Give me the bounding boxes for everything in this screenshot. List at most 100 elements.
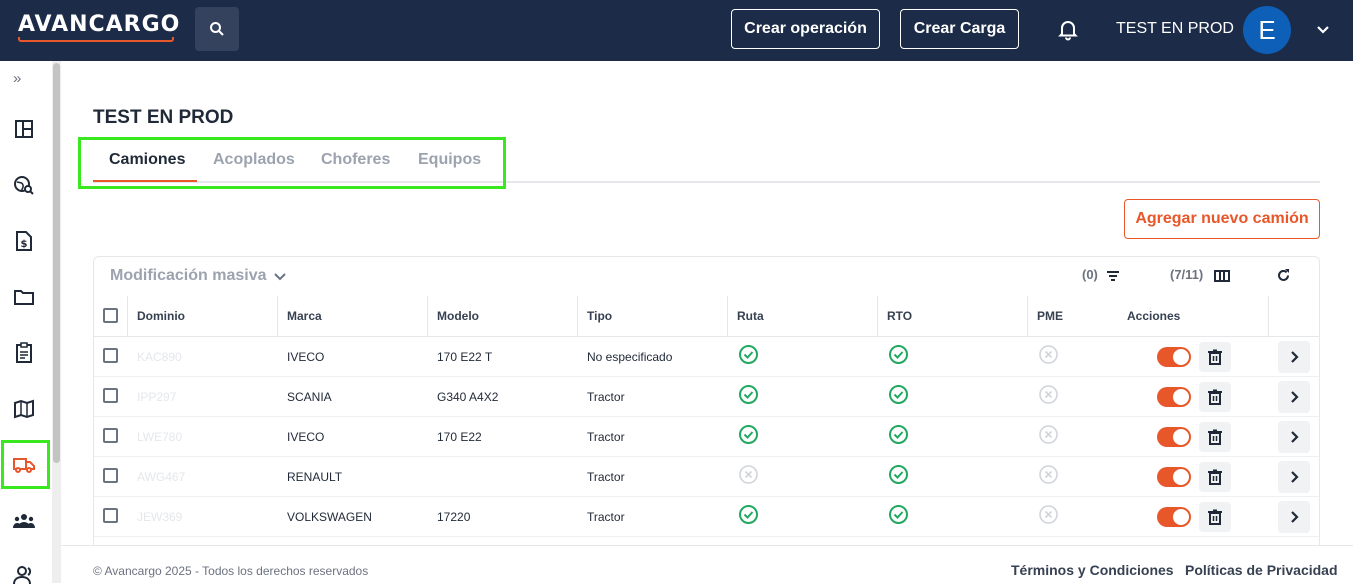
search-button[interactable]: [195, 7, 239, 51]
cell-marca: IVECO: [287, 430, 325, 444]
sidebar-item-dashboard[interactable]: [11, 116, 37, 142]
truck-icon: [13, 458, 35, 473]
bell-icon[interactable]: [1056, 17, 1080, 41]
columns-count: (7/11): [1170, 267, 1204, 282]
sidebar-item-billing[interactable]: $: [11, 228, 37, 254]
cell-dominio: LWE780: [137, 430, 183, 444]
enable-toggle[interactable]: [1157, 507, 1191, 527]
sidebar-item-users[interactable]: [11, 562, 37, 588]
sidebar-item-tracking[interactable]: [11, 172, 37, 198]
check-circle-icon: [888, 384, 909, 405]
create-operation-button[interactable]: Crear operación: [731, 9, 880, 49]
user-name[interactable]: TEST EN PROD: [1116, 20, 1234, 38]
cell-tipo: Tractor: [587, 430, 625, 444]
team-icon: [13, 514, 35, 528]
view-detail-button[interactable]: [1278, 461, 1310, 493]
columns-icon[interactable]: [1213, 268, 1231, 284]
expand-sidebar-icon[interactable]: »: [13, 70, 21, 87]
view-detail-button[interactable]: [1278, 341, 1310, 373]
column-header-tipo[interactable]: Tipo: [587, 309, 612, 323]
column-separator: [427, 296, 428, 336]
column-header-acciones: Acciones: [1127, 309, 1181, 323]
clipboard-icon: [16, 342, 32, 363]
enable-toggle[interactable]: [1157, 427, 1191, 447]
column-header-rto[interactable]: RTO: [887, 309, 912, 323]
delete-button[interactable]: [1199, 382, 1231, 412]
cell-tipo: Tractor: [587, 390, 625, 404]
cell-marca: RENAULT: [287, 470, 343, 484]
check-circle-icon: [738, 344, 759, 365]
mass-modification-dropdown[interactable]: Modificación masiva: [110, 267, 267, 285]
column-header-dominio[interactable]: Dominio: [137, 309, 185, 323]
row-checkbox[interactable]: [103, 348, 118, 363]
row-checkbox[interactable]: [103, 508, 118, 523]
sidebar-item-documents[interactable]: [11, 284, 37, 310]
chevron-down-icon[interactable]: [1313, 20, 1333, 40]
tabs-highlight-box: [78, 137, 506, 189]
avatar[interactable]: E: [1243, 6, 1291, 54]
table-row[interactable]: [94, 377, 1319, 417]
add-truck-button[interactable]: Agregar nuevo camión: [1124, 199, 1320, 239]
refresh-icon[interactable]: [1275, 267, 1292, 284]
table-row[interactable]: [94, 457, 1319, 497]
sidebar-item-reports[interactable]: [11, 340, 37, 366]
cell-dominio: IPP297: [137, 390, 177, 404]
cell-dominio: KAC890: [137, 350, 182, 364]
svg-text:$: $: [21, 239, 28, 250]
table-row[interactable]: [94, 497, 1319, 537]
x-circle-icon: [1038, 424, 1059, 445]
folder-icon: [14, 290, 34, 305]
chevron-down-icon[interactable]: [272, 268, 288, 284]
table-row[interactable]: [94, 337, 1319, 377]
cell-modelo: 17220: [437, 510, 471, 524]
cell-modelo: 170 E22 T: [437, 350, 493, 364]
logo-underline: [18, 37, 174, 42]
check-circle-icon: [888, 344, 909, 365]
column-separator: [577, 296, 578, 336]
view-detail-button[interactable]: [1278, 421, 1310, 453]
column-header-ruta[interactable]: Ruta: [737, 309, 764, 323]
trash-icon: [1206, 508, 1224, 526]
sidebar-item-team[interactable]: [11, 508, 37, 534]
x-circle-icon: [1038, 504, 1059, 525]
trash-icon: [1206, 348, 1224, 366]
delete-button[interactable]: [1199, 422, 1231, 452]
x-circle-icon: [1038, 384, 1059, 405]
column-header-pme[interactable]: PME: [1037, 309, 1063, 323]
table-row[interactable]: [94, 417, 1319, 457]
trash-icon: [1206, 388, 1224, 406]
filter-icon[interactable]: [1105, 268, 1121, 284]
column-header-marca[interactable]: Marca: [287, 309, 322, 323]
view-detail-button[interactable]: [1278, 381, 1310, 413]
sidebar-item-fleet[interactable]: [11, 452, 37, 478]
x-circle-icon: [1038, 344, 1059, 365]
cell-tipo: Tractor: [587, 510, 625, 524]
copyright: © Avancargo 2025 - Todos los derechos re…: [93, 564, 369, 578]
privacy-link[interactable]: Políticas de Privacidad: [1185, 562, 1338, 578]
page-title: TEST EN PROD: [93, 107, 234, 128]
delete-button[interactable]: [1199, 342, 1231, 372]
cell-dominio: AWG467: [137, 470, 186, 484]
dashboard-icon: [15, 120, 33, 138]
row-checkbox[interactable]: [103, 388, 118, 403]
enable-toggle[interactable]: [1157, 467, 1191, 487]
chevron-right-icon: [1286, 509, 1302, 525]
view-detail-button[interactable]: [1278, 501, 1310, 533]
sidebar-item-map[interactable]: [11, 396, 37, 422]
column-separator: [1268, 296, 1269, 336]
enable-toggle[interactable]: [1157, 347, 1191, 367]
select-all-checkbox[interactable]: [103, 308, 118, 323]
create-load-button[interactable]: Crear Carga: [900, 9, 1019, 49]
column-separator: [727, 296, 728, 336]
enable-toggle[interactable]: [1157, 387, 1191, 407]
row-checkbox[interactable]: [103, 428, 118, 443]
cell-modelo: 170 E22: [437, 430, 482, 444]
column-header-modelo[interactable]: Modelo: [437, 309, 479, 323]
delete-button[interactable]: [1199, 502, 1231, 532]
sidebar-scrollbar-thumb[interactable]: [53, 63, 60, 463]
check-circle-icon: [888, 424, 909, 445]
cell-marca: IVECO: [287, 350, 325, 364]
delete-button[interactable]: [1199, 462, 1231, 492]
terms-link[interactable]: Términos y Condiciones: [1011, 562, 1174, 578]
row-checkbox[interactable]: [103, 468, 118, 483]
